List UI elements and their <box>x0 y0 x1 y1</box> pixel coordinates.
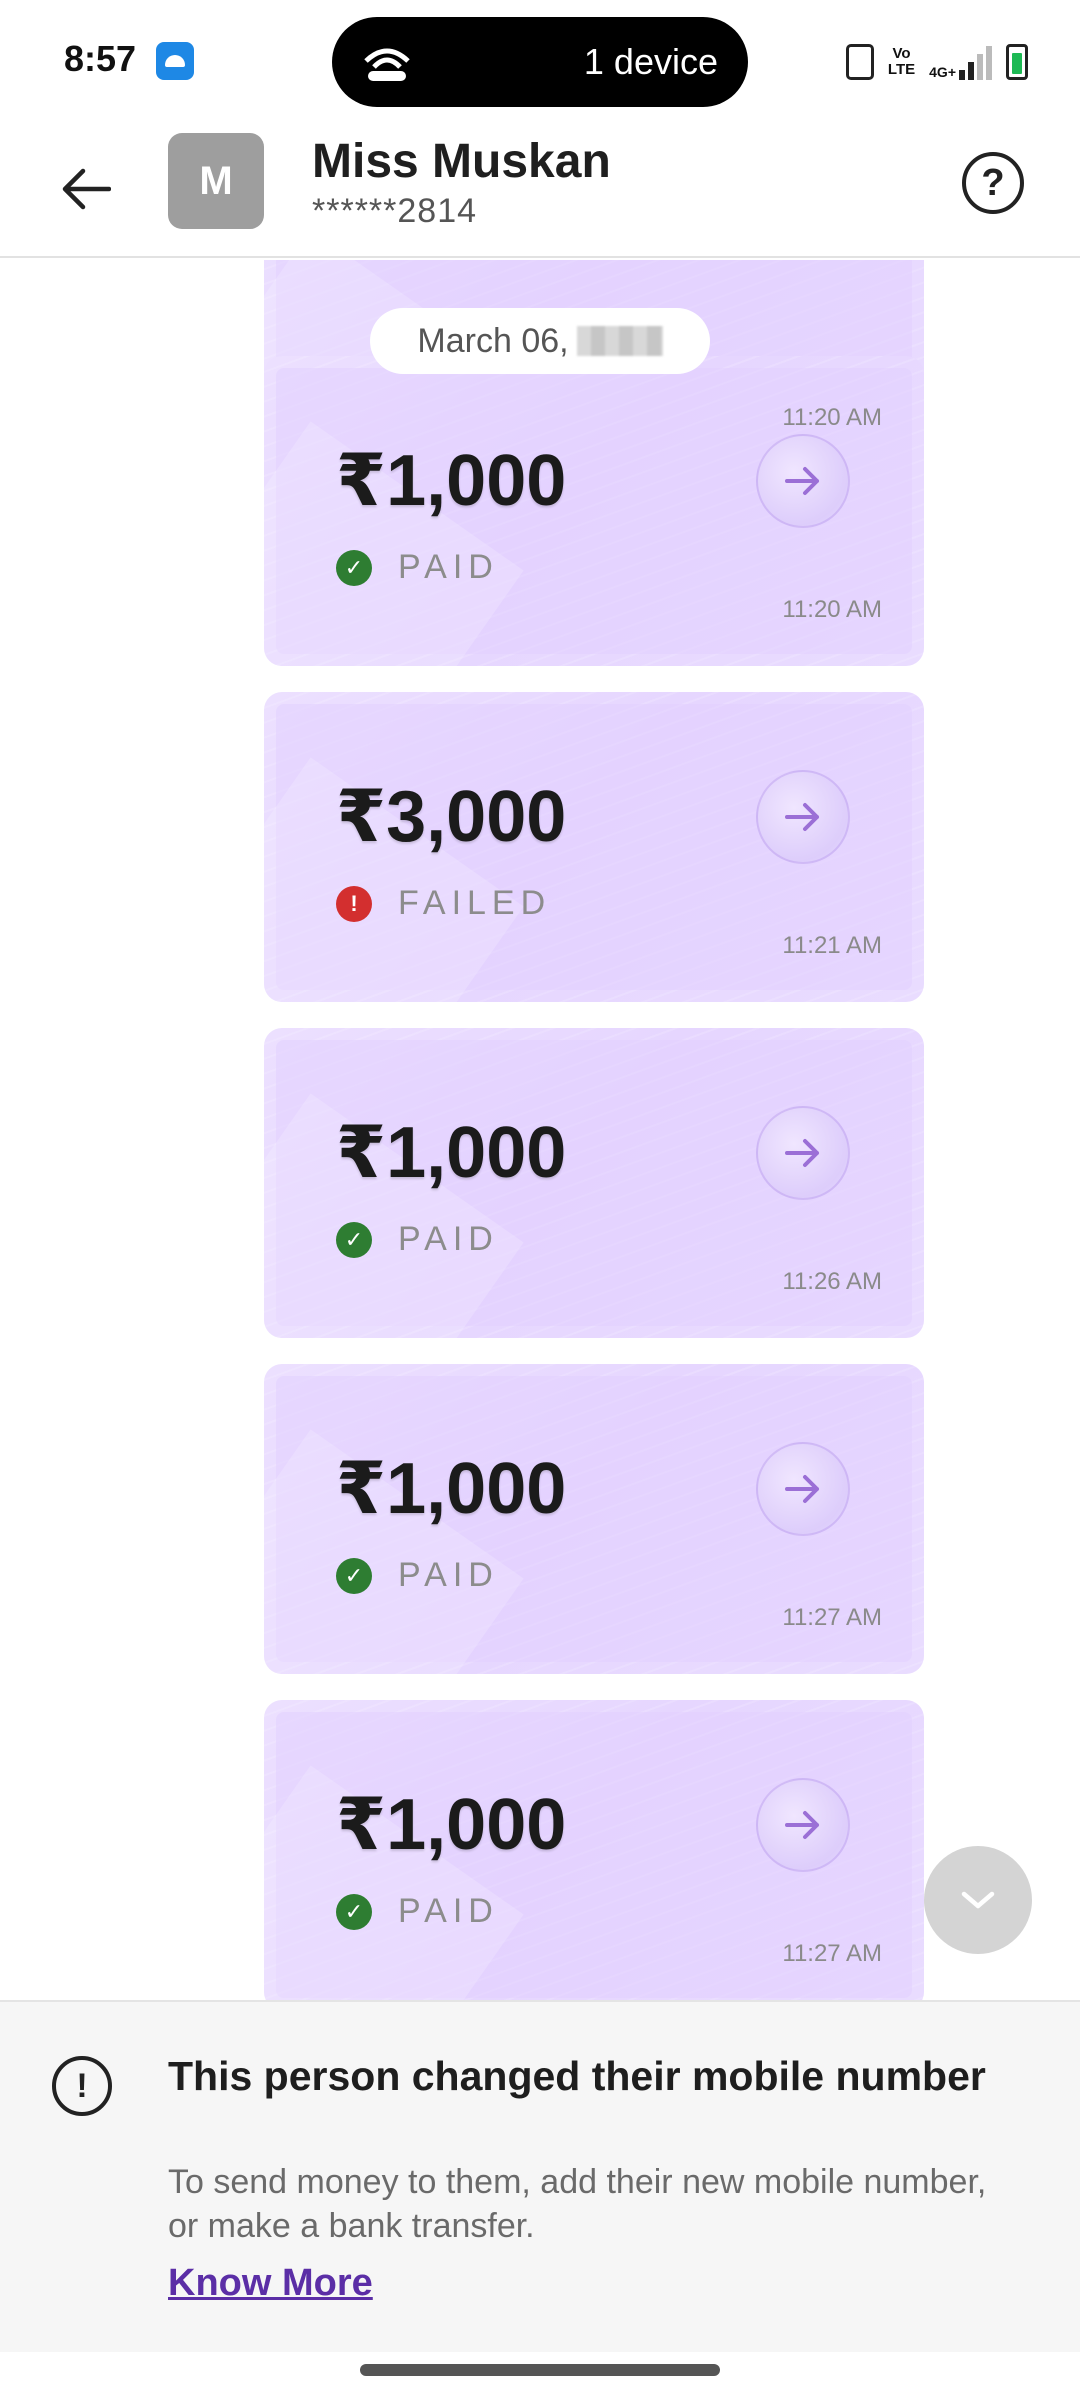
know-more-link[interactable]: Know More <box>168 2262 373 2305</box>
arrow-right-icon <box>785 1475 819 1503</box>
number-changed-notice: ! This person changed their mobile numbe… <box>0 2000 1080 2352</box>
signal-icon: 4G+ <box>929 44 992 80</box>
payment-amount: ₹1,000 <box>336 1113 567 1193</box>
volte-label-lte: LTE <box>887 61 916 78</box>
volte-label-vo: Vo <box>892 45 911 62</box>
help-button[interactable]: ? <box>962 152 1024 214</box>
chevron-down-icon <box>961 1891 995 1909</box>
system-icons: Vo LTE 4G+ <box>845 40 1028 84</box>
redacted-year <box>576 326 663 356</box>
payment-details-button[interactable] <box>756 434 850 528</box>
card-time: 11:21 AM <box>782 932 882 959</box>
card-time: 11:20 AM <box>782 596 882 623</box>
chat-header: M Miss Muskan ******2814 ? <box>0 124 1080 258</box>
arrow-right-icon <box>785 803 819 831</box>
payment-card[interactable]: ₹1,000 ✓ PAID 11:27 AM <box>264 1700 924 2000</box>
vibrate-icon <box>845 44 874 80</box>
chat-thread[interactable]: 11:20 AM March 06, ₹1,000 ✓ PAID 11:20 AM ₹3… <box>0 260 1080 2000</box>
card-time: 11:27 AM <box>782 1604 882 1631</box>
check-circle-icon: ✓ <box>336 1557 372 1594</box>
payment-amount: ₹1,000 <box>336 1449 567 1529</box>
payment-card[interactable]: ₹1,000 ✓ PAID 11:27 AM <box>264 1364 924 1674</box>
arrow-left-icon <box>62 168 111 210</box>
notice-body: To send money to them, add their new mob… <box>168 2163 987 2245</box>
payment-status-label: PAID <box>398 1892 499 1930</box>
alert-circle-icon: ! <box>52 2056 112 2116</box>
notice-title: This person changed their mobile number <box>168 2053 986 2099</box>
check-circle-icon: ✓ <box>336 1221 372 1258</box>
payment-amount: ₹1,000 <box>336 1785 567 1865</box>
contact-number: ******2814 <box>312 192 478 230</box>
payment-card[interactable]: ₹1,000 ✓ PAID 11:26 AM <box>264 1028 924 1338</box>
payment-status: ✓ PAID <box>336 1220 499 1259</box>
device-count: 1 device <box>583 41 718 82</box>
payment-details-button[interactable] <box>756 770 850 864</box>
payment-status: ✓ PAID <box>336 1892 499 1931</box>
payment-details-button[interactable] <box>756 1778 850 1872</box>
question-icon: ? <box>981 161 1005 204</box>
payment-status: ✓ PAID <box>336 1556 499 1595</box>
status-bar: 8:57 1 device Vo LTE 4G+ <box>0 0 1080 124</box>
arrow-right-icon <box>785 1139 819 1167</box>
arrow-right-icon <box>785 467 819 495</box>
card-time: 11:27 AM <box>782 1940 882 1967</box>
payment-amount: ₹3,000 <box>336 777 567 857</box>
hotspot-icon <box>364 48 410 81</box>
check-circle-icon: ✓ <box>336 1893 372 1930</box>
device-connection-pill[interactable]: 1 device <box>332 17 748 107</box>
payment-status: ✓ PAID <box>336 548 499 587</box>
status-time: 8:57 <box>64 38 137 79</box>
back-button[interactable] <box>50 154 120 224</box>
error-icon: ! <box>336 885 372 922</box>
payment-status-label: PAID <box>398 1556 499 1594</box>
battery-icon <box>1006 44 1028 80</box>
payment-status-label: PAID <box>398 1220 499 1258</box>
card-time: 11:20 AM <box>782 404 882 431</box>
payment-amount: ₹1,000 <box>336 441 567 521</box>
payment-status-label: FAILED <box>398 884 552 922</box>
payment-details-button[interactable] <box>756 1106 850 1200</box>
volte-icon: Vo LTE <box>888 46 915 78</box>
payment-status-label: PAID <box>398 548 499 586</box>
arrow-right-icon <box>785 1811 819 1839</box>
scroll-to-bottom-button[interactable] <box>924 1846 1032 1954</box>
avatar[interactable]: M <box>168 133 264 229</box>
payment-status: ! FAILED <box>336 884 551 923</box>
date-label: March 06, <box>417 321 569 360</box>
card-time: 11:26 AM <box>782 1268 882 1295</box>
payment-card[interactable]: ₹1,000 ✓ PAID 11:20 AM <box>264 356 924 666</box>
contact-name[interactable]: Miss Muskan <box>312 134 611 189</box>
network-type: 4G+ <box>929 64 956 80</box>
alert-glyph: ! <box>76 2066 88 2105</box>
home-indicator[interactable] <box>360 2364 720 2376</box>
android-app-icon <box>156 42 194 80</box>
payment-details-button[interactable] <box>756 1442 850 1536</box>
date-separator: March 06, <box>370 308 710 374</box>
check-circle-icon: ✓ <box>336 549 372 586</box>
payment-card[interactable]: ₹3,000! FAILED 11:21 AM <box>264 692 924 1002</box>
